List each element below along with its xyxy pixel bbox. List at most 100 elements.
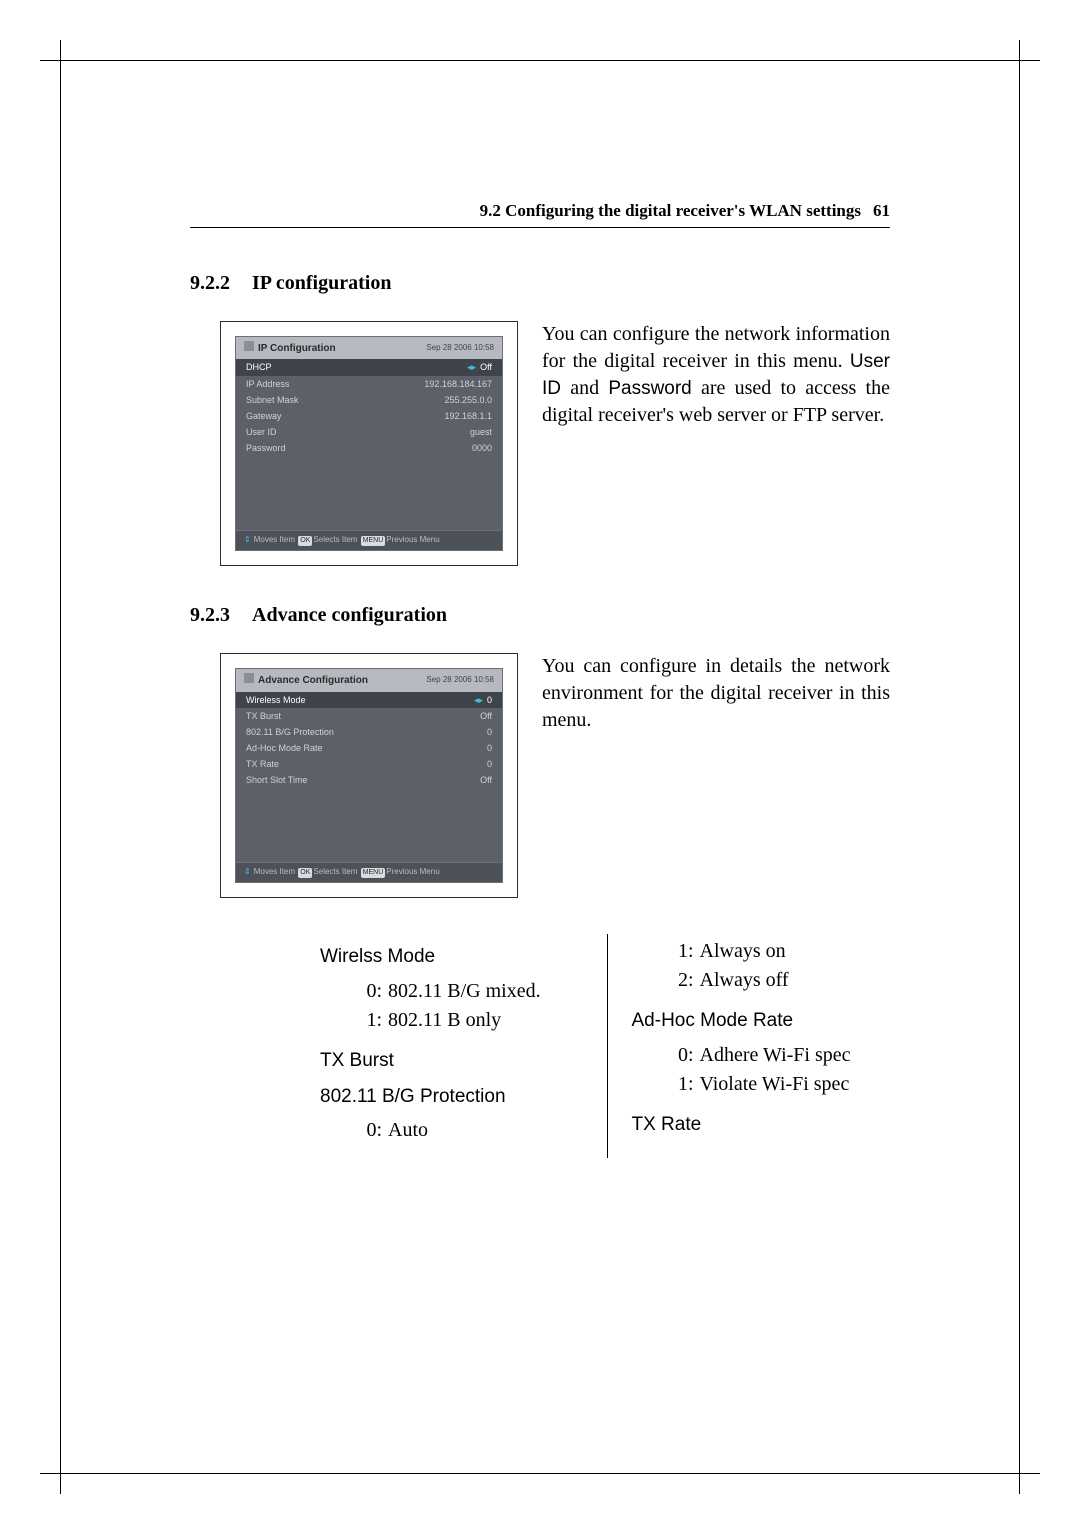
bg-protection-options: 0:Auto xyxy=(358,1117,579,1144)
osd-timestamp: Sep 28 2006 10:58 xyxy=(426,343,494,354)
osd-row-value: 0 xyxy=(487,758,492,770)
subsection-title: Advance configuration xyxy=(252,604,447,626)
option-key: 1: xyxy=(670,938,694,965)
osd-row-txburst[interactable]: TX Burst Off xyxy=(236,708,502,724)
option-value: Violate Wi-Fi spec xyxy=(700,1071,850,1098)
wrench-icon xyxy=(244,341,254,351)
osd-row-label: 802.11 B/G Protection xyxy=(246,726,334,738)
osd-row-label: Password xyxy=(246,442,286,454)
option-key: 0: xyxy=(670,1042,694,1069)
updown-icon: ⇕ xyxy=(244,535,251,544)
list-item: 1:Violate Wi-Fi spec xyxy=(670,1071,891,1098)
crop-mark-right xyxy=(1019,40,1020,1494)
updown-icon: ⇕ xyxy=(244,867,251,876)
osd-row-value: guest xyxy=(470,426,492,438)
osd-row-adhoc[interactable]: Ad-Hoc Mode Rate 0 xyxy=(236,740,502,756)
footer-selects: Selects Item xyxy=(313,535,357,544)
osd-row-subnet[interactable]: Subnet Mask 255.255.0.0 xyxy=(236,392,502,408)
osd-row-userid[interactable]: User ID guest xyxy=(236,424,502,440)
definitions-left-col: Wirelss Mode 0:802.11 B/G mixed. 1:802.1… xyxy=(190,934,608,1158)
option-value: Adhere Wi-Fi spec xyxy=(700,1042,851,1069)
osd-footer: ⇕Moves Item OKSelects Item MENUPrevious … xyxy=(236,530,502,550)
osd-titlebar: IP Configuration Sep 28 2006 10:58 xyxy=(236,337,502,360)
osd-row-wireless-mode[interactable]: Wireless Mode ◂▸ 0 xyxy=(236,692,502,708)
osd-row-value: 0 xyxy=(487,726,492,738)
osd-row-txrate[interactable]: TX Rate 0 xyxy=(236,756,502,772)
subsection-heading-ip: 9.2.2IP configuration xyxy=(190,270,890,297)
term-bg-protection: 802.11 B/G Protection xyxy=(320,1084,579,1110)
osd-body: DHCP ◂▸Off IP Address 192.168.184.167 Su… xyxy=(236,359,502,530)
ip-desc-pre: You can configure the network informatio… xyxy=(542,323,890,372)
page-number: 61 xyxy=(873,200,890,223)
list-item: 1:802.11 B only xyxy=(358,1007,579,1034)
subsection-title: IP configuration xyxy=(252,272,391,294)
osd-row-value: 192.168.1.1 xyxy=(444,410,492,422)
osd-row-dhcp[interactable]: DHCP ◂▸Off xyxy=(236,359,502,375)
adv-desc: You can configure in details the network… xyxy=(542,655,890,731)
ip-config-description: You can configure the network informatio… xyxy=(542,321,890,429)
osd-row-label: Wireless Mode xyxy=(246,694,306,706)
footer-prev: Previous Menu xyxy=(386,867,439,876)
osd-row-value: 0 xyxy=(487,742,492,754)
osd-row-gateway[interactable]: Gateway 192.168.1.1 xyxy=(236,408,502,424)
option-value: Always off xyxy=(700,967,789,994)
osd-row-bgprot[interactable]: 802.11 B/G Protection 0 xyxy=(236,724,502,740)
osd-row-label: DHCP xyxy=(246,361,272,373)
osd-row-password[interactable]: Password 0000 xyxy=(236,440,502,456)
ui-label-password: Password xyxy=(608,378,691,399)
osd-row-value: 192.168.184.167 xyxy=(424,378,492,390)
running-header-title: 9.2 Configuring the digital receiver's W… xyxy=(480,200,861,223)
list-item: 0:Auto xyxy=(358,1117,579,1144)
list-item: 2:Always off xyxy=(670,967,891,994)
osd-row-label: IP Address xyxy=(246,378,289,390)
footer-moves: Moves Item xyxy=(254,867,295,876)
left-right-arrows-icon: ◂▸ xyxy=(474,695,483,705)
osd-adv-screenshot: Advance Configuration Sep 28 2006 10:58 … xyxy=(220,653,518,898)
ok-key-icon: OK xyxy=(298,536,312,545)
adhoc-options: 0:Adhere Wi-Fi spec 1:Violate Wi-Fi spec xyxy=(670,1042,891,1098)
osd-row-label: TX Burst xyxy=(246,710,281,722)
crop-mark-bottom xyxy=(40,1473,1040,1474)
footer-selects: Selects Item xyxy=(313,867,357,876)
menu-key-icon: MENU xyxy=(361,536,386,545)
osd-row-value: 0 xyxy=(487,695,492,705)
subsection-number: 9.2.3 xyxy=(190,602,252,629)
option-value: 802.11 B only xyxy=(388,1007,501,1034)
option-value: 802.11 B/G mixed. xyxy=(388,978,541,1005)
option-key: 0: xyxy=(358,1117,382,1144)
option-key: 1: xyxy=(358,1007,382,1034)
osd-row-ip[interactable]: IP Address 192.168.184.167 xyxy=(236,376,502,392)
osd-title-text: IP Configuration xyxy=(258,343,336,354)
adv-config-description: You can configure in details the network… xyxy=(542,653,890,734)
page: 9.2 Configuring the digital receiver's W… xyxy=(0,0,1080,1534)
osd-row-label: Ad-Hoc Mode Rate xyxy=(246,742,323,754)
osd-ip-screenshot: IP Configuration Sep 28 2006 10:58 DHCP … xyxy=(220,321,518,566)
osd-row-value: Off xyxy=(480,362,492,372)
option-key: 2: xyxy=(670,967,694,994)
osd-row-label: Short Slot Time xyxy=(246,774,308,786)
list-item: 1:Always on xyxy=(670,938,891,965)
osd-row-label: Gateway xyxy=(246,410,282,422)
footer-prev: Previous Menu xyxy=(386,535,439,544)
osd-body: Wireless Mode ◂▸ 0 TX Burst Off 802.11 B/… xyxy=(236,692,502,863)
adv-config-block: Advance Configuration Sep 28 2006 10:58 … xyxy=(190,653,890,898)
osd-row-shortslot[interactable]: Short Slot Time Off xyxy=(236,772,502,788)
ip-config-block: IP Configuration Sep 28 2006 10:58 DHCP … xyxy=(190,321,890,566)
osd-row-value: Off xyxy=(480,774,492,786)
ip-desc-mid: and xyxy=(561,377,608,399)
osd-row-label: TX Rate xyxy=(246,758,279,770)
osd-timestamp: Sep 28 2006 10:58 xyxy=(426,675,494,686)
bg-protection-options-cont: 1:Always on 2:Always off xyxy=(670,938,891,994)
footer-moves: Moves Item xyxy=(254,535,295,544)
subsection-heading-adv: 9.2.3Advance configuration xyxy=(190,602,890,629)
definitions-block: Wirelss Mode 0:802.11 B/G mixed. 1:802.1… xyxy=(190,934,890,1158)
crop-mark-left xyxy=(60,40,61,1494)
crop-mark-top xyxy=(40,60,1040,61)
option-key: 1: xyxy=(670,1071,694,1098)
wrench-icon xyxy=(244,673,254,683)
subsection-number: 9.2.2 xyxy=(190,270,252,297)
osd-title-text: Advance Configuration xyxy=(258,675,368,686)
option-value: Always on xyxy=(700,938,786,965)
osd-titlebar: Advance Configuration Sep 28 2006 10:58 xyxy=(236,669,502,692)
option-key: 0: xyxy=(358,978,382,1005)
